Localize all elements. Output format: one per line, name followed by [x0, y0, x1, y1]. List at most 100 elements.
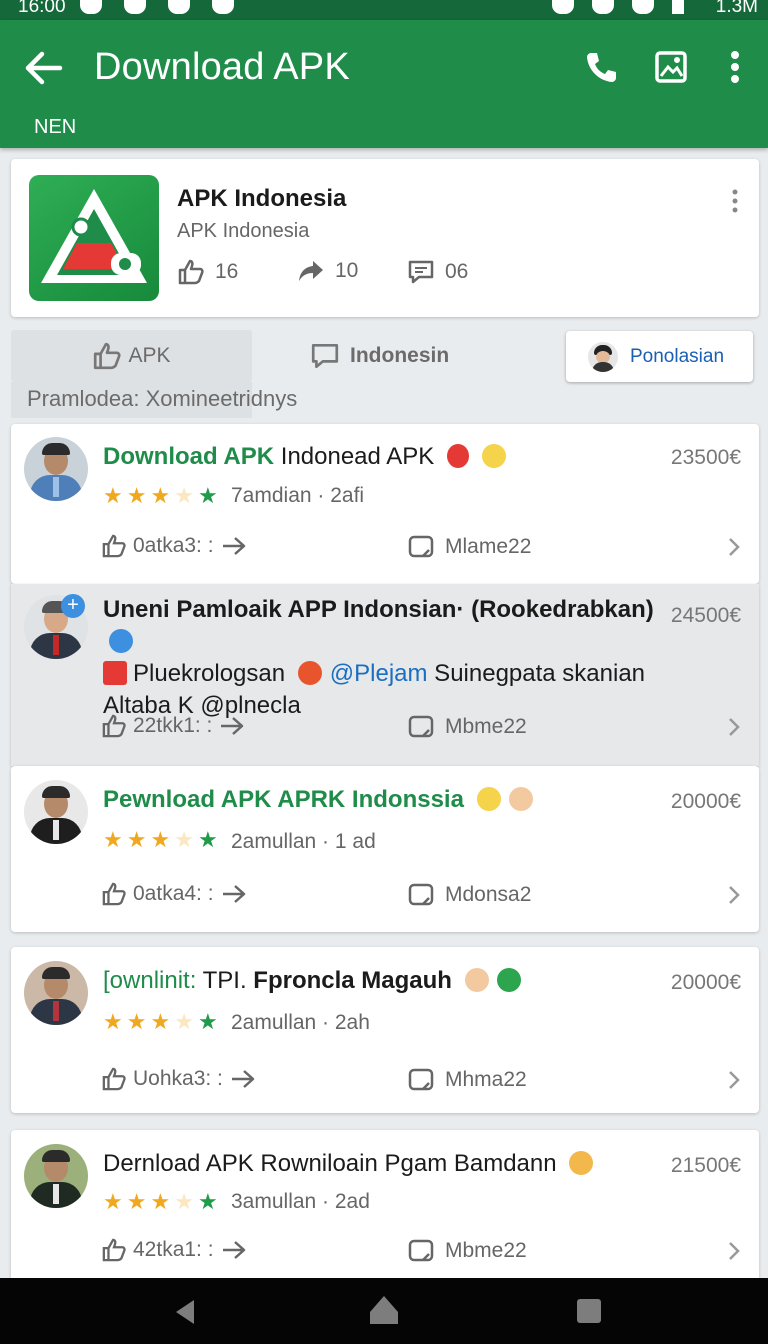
nav-back-icon[interactable] [172, 1298, 196, 1326]
comment-icon [408, 535, 434, 558]
smile-emoji-icon [481, 444, 506, 468]
back-arrow-icon[interactable] [24, 50, 64, 86]
share-icon [221, 717, 244, 735]
rating-stars: ★ ★ ★ ★ ★ [103, 1191, 218, 1213]
app-bar: Download APK NEN [0, 20, 768, 148]
star-icon: ★ [174, 1189, 194, 1214]
review-title: [ownlinit: TPI. Fproncla Magauh [103, 965, 643, 997]
review-meta: 2amullan · 2ah [231, 1011, 370, 1034]
review-like-button[interactable]: 22tkk1: : [101, 714, 248, 738]
review-reply-button[interactable]: Mdonsa2 [407, 882, 531, 908]
tab-indonesin-label: Indonesin [350, 344, 450, 367]
add-badge-icon[interactable]: + [61, 594, 85, 618]
review-like-button[interactable]: 0atka3: : [101, 534, 250, 558]
green-emoji-icon [497, 968, 522, 992]
review-reply-button[interactable]: Mbme22 [407, 1238, 527, 1264]
review-meta: 2amullan · 1 ad [231, 830, 376, 853]
comments-count: 06 [445, 260, 469, 283]
tab-ponolasian[interactable]: Ponolasian [566, 331, 753, 382]
review-meta: 3amullan · 2ad [231, 1190, 370, 1213]
star-icon: ★ [197, 483, 218, 508]
thumbs-up-icon [178, 259, 204, 285]
status-time: 16:00 [18, 0, 66, 17]
review-price: 20000€ [670, 790, 741, 813]
chevron-right-icon[interactable] [727, 536, 741, 558]
review-like-button[interactable]: 42tka1: : [101, 1238, 250, 1262]
gallery-icon [212, 0, 234, 14]
chevron-right-icon[interactable] [727, 1069, 741, 1091]
thumbs-up-icon [94, 342, 122, 370]
thumbs-up-icon [102, 714, 126, 738]
tab-indonesin[interactable]: Indonesin [310, 330, 449, 382]
likes-stat[interactable]: 16 [177, 259, 238, 285]
system-icons [552, 0, 684, 14]
thumbs-up-icon [102, 882, 126, 906]
nav-recents-icon[interactable] [576, 1298, 602, 1324]
smile-emoji-icon [476, 787, 501, 811]
review-price: 20000€ [670, 971, 741, 994]
image-icon[interactable] [654, 50, 688, 84]
wifi-icon [592, 0, 614, 14]
more-vert-icon[interactable] [720, 50, 750, 84]
chevron-right-icon[interactable] [727, 884, 741, 906]
review-like-button[interactable]: Uohka3: : [101, 1067, 259, 1091]
star-icon: ★ [150, 483, 171, 508]
star-icon: ★ [103, 1009, 123, 1034]
review-reply-button[interactable]: Mlame22 [407, 534, 531, 560]
review-card[interactable]: Download APK Indonead APK 23500€ ★ ★ ★ ★… [11, 424, 759, 584]
camera-icon [124, 0, 146, 14]
card-more-icon[interactable] [732, 189, 738, 213]
app-bar-subtitle: NEN [34, 116, 77, 138]
status-bar: 16:00 1.3M [0, 0, 768, 20]
review-price: 24500€ [670, 604, 741, 627]
star-icon: ★ [103, 483, 123, 508]
review-card[interactable]: Dernload APK Rowniloain Pgam Bamdann 215… [11, 1130, 759, 1278]
app-info-card[interactable]: APK Indonesia APK Indonesia 16 10 06 [11, 159, 759, 317]
thumbs-up-icon [102, 534, 126, 558]
review-card[interactable]: + Uneni Pamloaik APP Indonsian· (Rookedr… [11, 584, 759, 766]
review-reply-button[interactable]: Mbme22 [407, 714, 527, 740]
chevron-right-icon[interactable] [727, 716, 741, 738]
star-icon: ★ [126, 827, 147, 852]
star-icon: ★ [174, 483, 194, 508]
review-title: Dernload APK Rowniloain Pgam Bamdann [103, 1148, 643, 1180]
comment-icon [408, 1068, 434, 1091]
star-icon: ★ [150, 1009, 171, 1034]
phone-icon[interactable] [584, 50, 618, 84]
star-icon: ★ [197, 827, 218, 852]
review-like-button[interactable]: 0atka4: : [101, 882, 250, 906]
system-nav-bar [0, 1278, 768, 1344]
comments-stat[interactable]: 06 [407, 259, 468, 285]
fire-emoji-icon [446, 444, 469, 468]
star-icon: ★ [126, 1009, 147, 1034]
review-title: Download APK Indonead APK [103, 441, 643, 473]
rating-stars: ★ ★ ★ ★ ★ [103, 829, 218, 851]
review-price: 23500€ [670, 446, 741, 469]
signal-icon [632, 0, 654, 14]
rating-stars: ★ ★ ★ ★ ★ [103, 485, 218, 507]
nav-home-icon[interactable] [368, 1294, 400, 1326]
review-card[interactable]: Pewnload APK APRK Indonssia 20000€ ★ ★ ★… [11, 766, 759, 932]
thumbs-up-icon [102, 1067, 126, 1091]
camera-emoji-icon [103, 661, 127, 685]
shares-stat[interactable]: 10 [297, 259, 358, 283]
review-price: 21500€ [670, 1154, 741, 1177]
star-icon: ★ [126, 1189, 147, 1214]
tab-apk[interactable]: APK [11, 330, 252, 382]
clock-emoji-icon [109, 629, 133, 653]
star-icon: ★ [197, 1009, 218, 1034]
app-developer: APK Indonesia [177, 220, 310, 242]
whatsapp-icon [80, 0, 102, 14]
star-icon: ★ [103, 827, 123, 852]
music-icon [168, 0, 190, 14]
avatar [24, 1144, 88, 1208]
review-card[interactable]: [ownlinit: TPI. Fproncla Magauh 20000€ ★… [11, 947, 759, 1113]
review-reply-button[interactable]: Mhma22 [407, 1067, 527, 1093]
thumbs-up-icon [102, 1238, 126, 1262]
star-icon: ★ [174, 1009, 194, 1034]
review-title: Uneni Pamloaik APP Indonsian· (Rookedrab… [103, 596, 654, 719]
chevron-right-icon[interactable] [727, 1240, 741, 1262]
review-meta: 7amdian · 2afi [231, 484, 365, 507]
star-icon: ★ [150, 827, 171, 852]
battery-icon [672, 0, 684, 14]
